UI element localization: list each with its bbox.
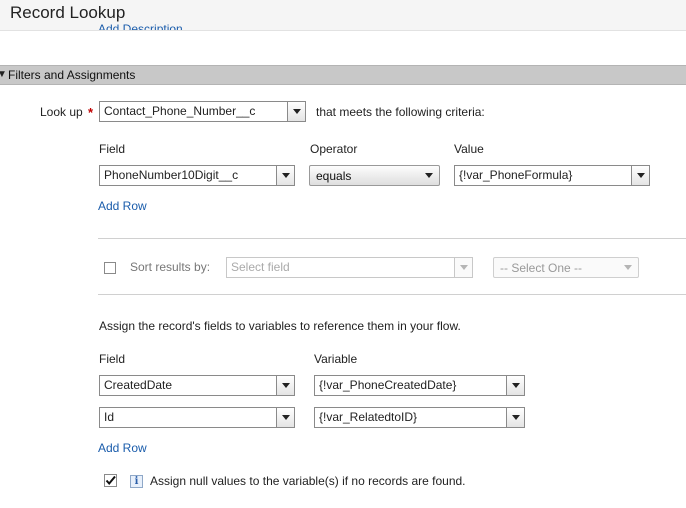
assign-variable-combo-2[interactable]: {!var_RelatedtoID} — [314, 407, 525, 428]
filter-header-operator: Operator — [310, 142, 358, 156]
assign-field-input-1[interactable]: CreatedDate — [99, 375, 277, 396]
assign-variable-input-2[interactable]: {!var_RelatedtoID} — [314, 407, 507, 428]
assign-field-input-2[interactable]: Id — [99, 407, 277, 428]
chevron-down-icon — [281, 173, 290, 178]
info-icon[interactable]: i — [130, 475, 143, 488]
assign-variable-combo-1[interactable]: {!var_PhoneCreatedDate} — [314, 375, 525, 396]
filter-field-combo[interactable]: PhoneNumber10Digit__c — [99, 165, 295, 186]
checkmark-icon — [104, 474, 117, 487]
assign-variable-dropdown-button-2[interactable] — [507, 407, 525, 428]
chevron-down-icon — [636, 173, 645, 178]
null-values-checkbox[interactable] — [104, 474, 117, 487]
chevron-down-icon — [511, 415, 520, 420]
filter-operator-select[interactable]: equals — [309, 165, 440, 186]
filter-value-dropdown-button[interactable] — [632, 165, 650, 186]
chevron-down-icon — [425, 173, 433, 178]
lookup-object-combo[interactable]: Contact_Phone_Number__c — [99, 101, 306, 122]
collapse-arrow-icon[interactable]: ▼ — [0, 69, 7, 80]
filter-field-input[interactable]: PhoneNumber10Digit__c — [99, 165, 277, 186]
sort-field-input[interactable]: Select field — [226, 257, 455, 278]
sort-field-combo[interactable]: Select field — [226, 257, 473, 278]
add-row-filter-link[interactable]: Add Row — [98, 199, 147, 213]
assign-field-combo-1[interactable]: CreatedDate — [99, 375, 295, 396]
assign-field-dropdown-button-2[interactable] — [277, 407, 295, 428]
assign-header-variable: Variable — [314, 352, 358, 366]
chevron-down-icon — [281, 415, 290, 420]
sort-label: Sort results by: — [130, 260, 211, 274]
add-row-assign-link[interactable]: Add Row — [98, 441, 147, 455]
divider — [98, 294, 686, 295]
sort-checkbox[interactable] — [104, 262, 116, 274]
null-values-label: Assign null values to the variable(s) if… — [150, 474, 466, 488]
assign-field-combo-2[interactable]: Id — [99, 407, 295, 428]
chevron-down-icon — [459, 265, 468, 270]
title-bar: Record Lookup Add Description — [0, 0, 686, 31]
filter-header-field: Field — [99, 142, 126, 156]
filter-value-combo[interactable]: {!var_PhoneFormula} — [454, 165, 650, 186]
lookup-label: Look up — [40, 105, 83, 119]
filter-value-input[interactable]: {!var_PhoneFormula} — [454, 165, 632, 186]
lookup-object-input[interactable]: Contact_Phone_Number__c — [99, 101, 288, 122]
divider — [98, 238, 686, 239]
chevron-down-icon — [281, 383, 290, 388]
filter-header-value: Value — [454, 142, 484, 156]
required-indicator: * — [88, 105, 94, 120]
add-description-link[interactable]: Add Description — [98, 22, 183, 30]
assign-description: Assign the record's fields to variables … — [99, 319, 461, 333]
sort-field-dropdown-button[interactable] — [455, 257, 473, 278]
sort-order-value: -- Select One -- — [500, 260, 583, 275]
chevron-down-icon — [624, 265, 632, 270]
section-header-filters[interactable]: ▼ Filters and Assignments — [0, 65, 686, 85]
assign-field-dropdown-button-1[interactable] — [277, 375, 295, 396]
filter-field-dropdown-button[interactable] — [277, 165, 295, 186]
page-title: Record Lookup — [10, 3, 126, 22]
chevron-down-icon — [511, 383, 520, 388]
filter-operator-value: equals — [316, 168, 352, 183]
assign-variable-input-1[interactable]: {!var_PhoneCreatedDate} — [314, 375, 507, 396]
criteria-text: that meets the following criteria: — [316, 105, 485, 119]
sort-order-select[interactable]: -- Select One -- — [493, 257, 639, 278]
chevron-down-icon — [292, 109, 301, 114]
section-title: Filters and Assignments — [8, 68, 136, 82]
assign-header-field: Field — [99, 352, 126, 366]
lookup-object-dropdown-button[interactable] — [288, 101, 306, 122]
assign-variable-dropdown-button-1[interactable] — [507, 375, 525, 396]
